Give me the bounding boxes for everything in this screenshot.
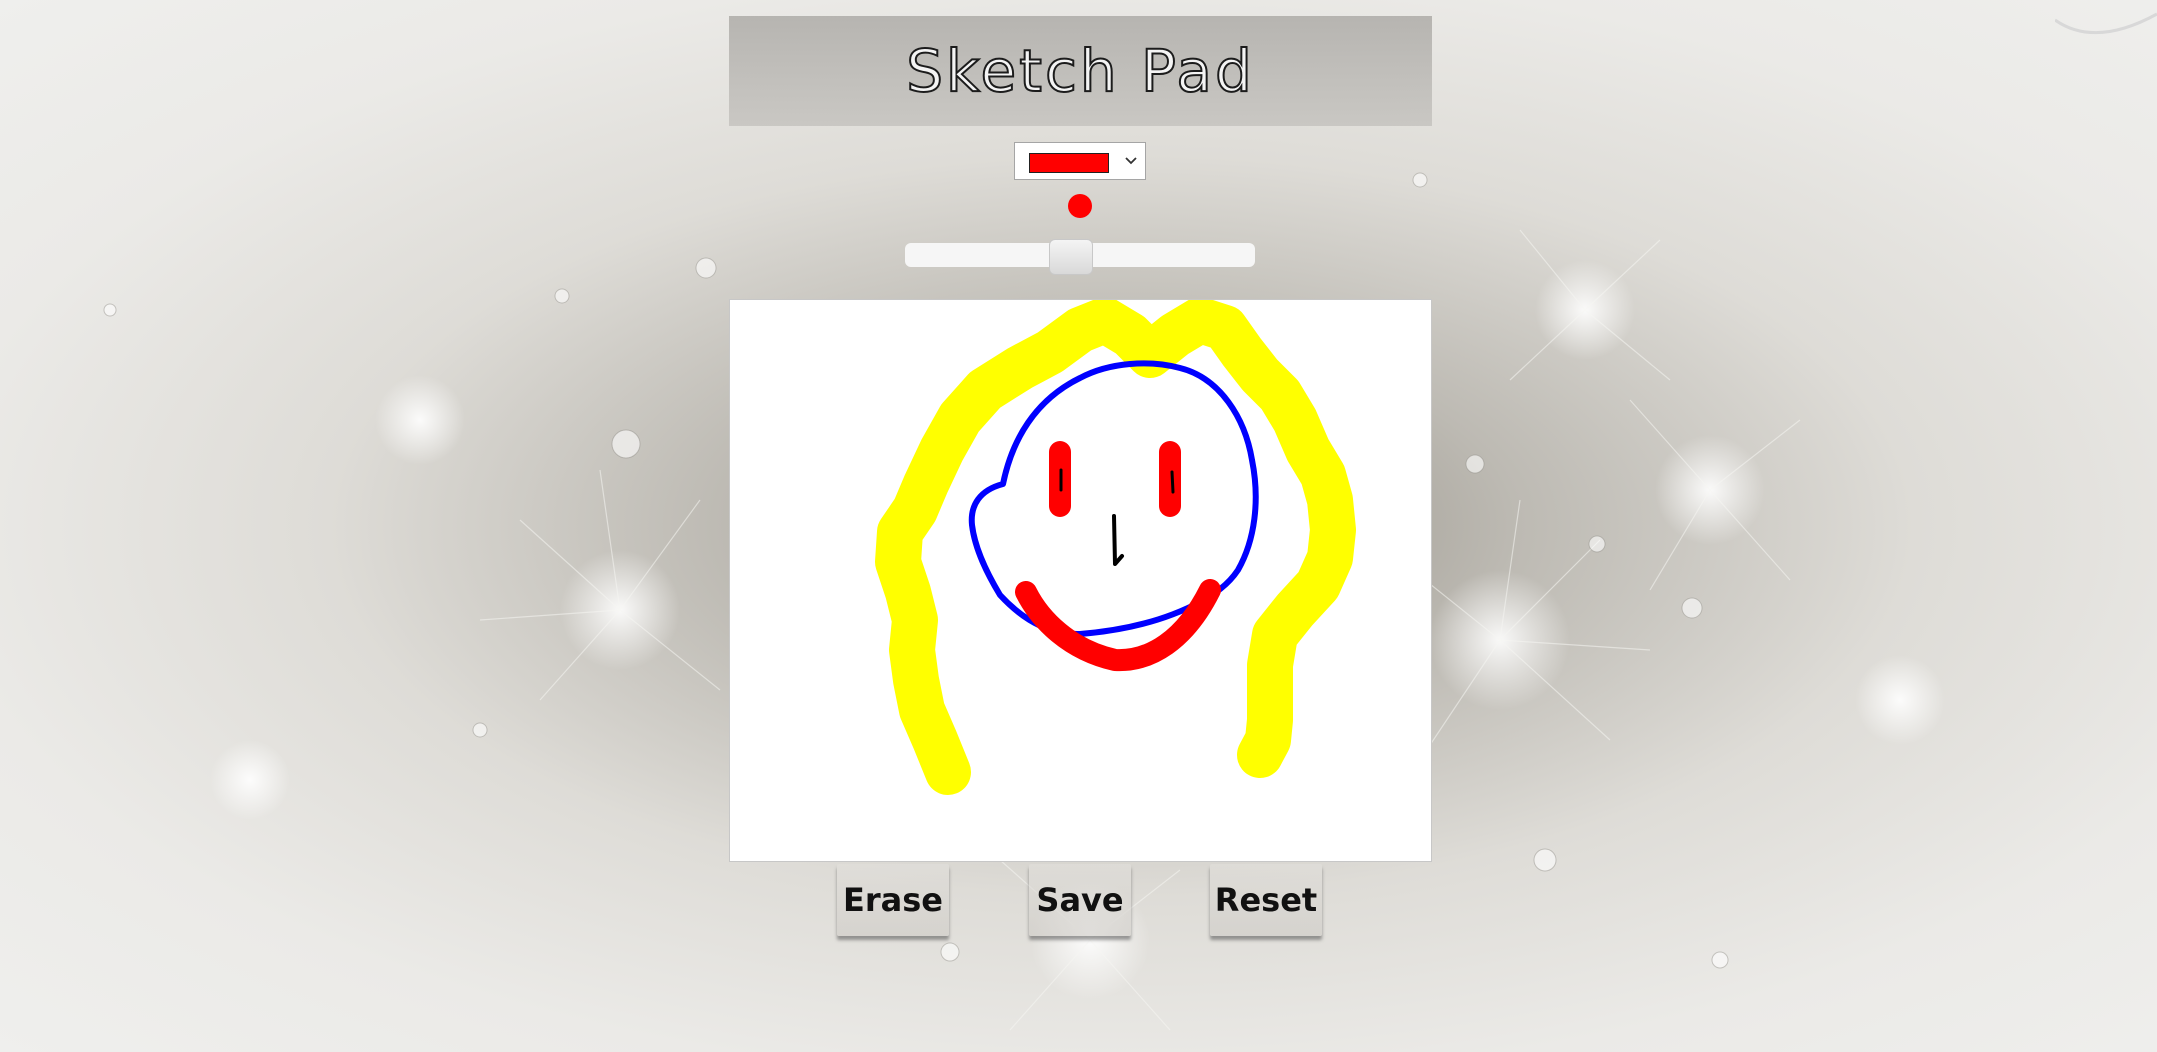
reset-button[interactable]: Reset [1210,864,1322,936]
brush-size-preview-dot [1068,194,1092,218]
chevron-down-icon [1125,157,1137,165]
drawing-right-pupil [1170,470,1175,494]
save-button[interactable]: Save [1029,864,1131,936]
drawing-nose [1112,514,1124,566]
app-header: Sketch Pad [729,16,1432,126]
drawing-mouth [1015,579,1221,672]
sketch-drawing [875,300,1356,795]
drawing-canvas[interactable] [729,299,1432,862]
slider-thumb[interactable] [1049,239,1093,275]
brush-size-slider[interactable] [905,239,1255,275]
color-picker-select[interactable] [1014,142,1146,180]
erase-button[interactable]: Erase [837,864,949,936]
corner-droplet-decoration [2055,12,2157,35]
app-title: Sketch Pad [905,36,1255,106]
selected-color-swatch [1029,153,1109,173]
